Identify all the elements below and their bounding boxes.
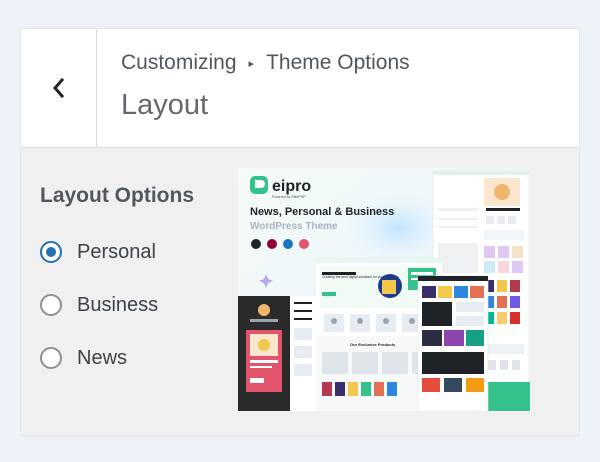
radio-personal[interactable] bbox=[40, 241, 62, 263]
wordpress-icon bbox=[251, 239, 261, 249]
breadcrumb-root: Customizing bbox=[121, 51, 237, 74]
radio-label: Business bbox=[77, 293, 159, 316]
preview-subheadline: WordPress Theme bbox=[250, 221, 338, 232]
breadcrumb-separator-icon: ▸ bbox=[248, 57, 255, 70]
theme-preview-image: eipro Powered by ElitePHP News, Personal… bbox=[238, 168, 530, 411]
back-button[interactable] bbox=[21, 29, 97, 147]
customizer-panel: Customizing ▸ Theme Options Layout Layou… bbox=[21, 29, 579, 435]
customizer-header: Customizing ▸ Theme Options Layout bbox=[21, 29, 579, 148]
breadcrumb: Customizing ▸ Theme Options bbox=[121, 51, 410, 75]
radio-business[interactable] bbox=[40, 294, 62, 316]
plugin-icon bbox=[299, 239, 309, 249]
breadcrumb-current: Theme Options bbox=[266, 51, 410, 74]
layout-option-news[interactable]: News bbox=[40, 344, 194, 372]
preview-headline: News, Personal & Business bbox=[250, 206, 394, 218]
logo-tagline: Powered by ElitePHP bbox=[272, 195, 306, 199]
layout-options-heading: Layout Options bbox=[40, 184, 194, 207]
radio-label: News bbox=[77, 346, 128, 369]
theme-icon bbox=[283, 239, 293, 249]
elementor-icon bbox=[267, 239, 277, 249]
layout-option-personal[interactable]: Personal bbox=[40, 238, 194, 266]
layout-options-group: Layout Options Personal Business News bbox=[40, 184, 194, 397]
page-mock-personal bbox=[238, 296, 316, 411]
products-heading: Our Exclusive Products bbox=[350, 342, 396, 347]
chevron-left-icon bbox=[52, 77, 64, 99]
layout-option-business[interactable]: Business bbox=[40, 291, 194, 319]
logo-text: eipro bbox=[272, 178, 311, 195]
radio-news[interactable] bbox=[40, 347, 62, 369]
page-title: Layout bbox=[121, 89, 209, 121]
page-mock-news bbox=[417, 275, 489, 411]
radio-label: Personal bbox=[77, 240, 156, 263]
